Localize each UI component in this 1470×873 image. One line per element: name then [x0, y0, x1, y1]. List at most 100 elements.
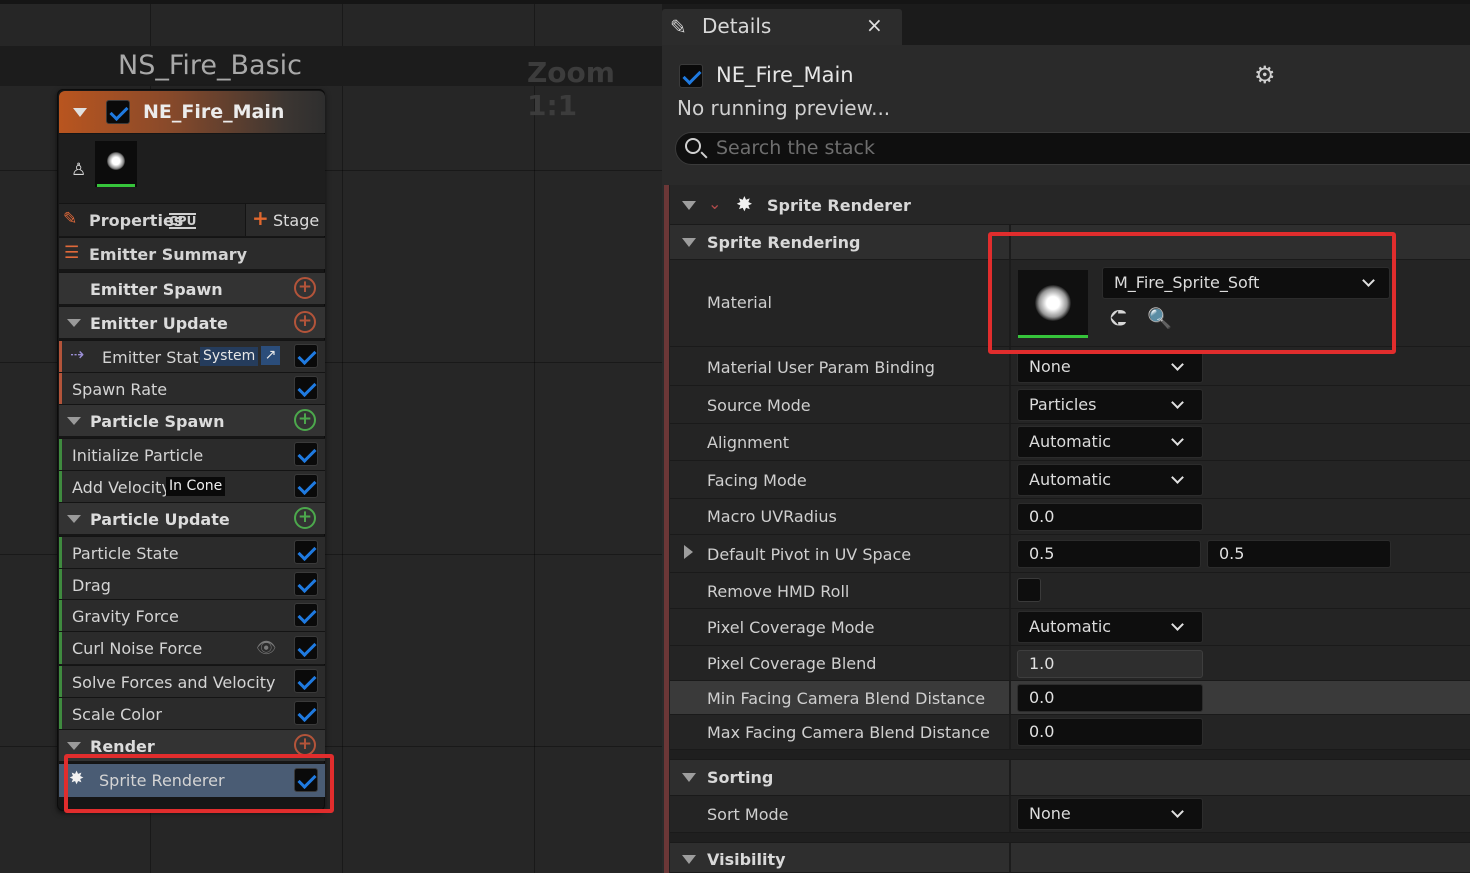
property-row-source-mode[interactable]: Source Mode Particles: [670, 386, 1470, 424]
add-module-icon[interactable]: +: [294, 311, 316, 333]
material-user-param-dropdown[interactable]: None: [1017, 351, 1203, 383]
graph-topbar: [0, 0, 662, 4]
section-visibility[interactable]: Visibility: [670, 843, 1470, 873]
node-row-particle-state[interactable]: Particle State: [59, 536, 325, 568]
module-header-sprite-renderer[interactable]: ⌄ ✸ Sprite Renderer: [670, 185, 1470, 225]
property-row-max-facing-blend[interactable]: Max Facing Camera Blend Distance 0.0: [670, 715, 1470, 750]
facing-mode-dropdown[interactable]: Automatic: [1017, 464, 1203, 496]
details-tab-title: Details: [702, 14, 772, 38]
collapse-arrow-icon[interactable]: [73, 108, 87, 117]
node-row-gravity-force[interactable]: Gravity Force: [59, 599, 325, 631]
node-row-spawn-rate[interactable]: Spawn Rate: [59, 372, 325, 404]
edit-icon: ✎: [670, 15, 687, 39]
module-color-bar: [59, 600, 62, 631]
add-module-icon[interactable]: +: [294, 507, 316, 529]
property-row-min-facing-blend[interactable]: Min Facing Camera Blend Distance 0.0: [670, 681, 1470, 715]
module-enabled-checkbox[interactable]: [294, 636, 318, 660]
property-row-macro-uvradius[interactable]: Macro UVRadius 0.0: [670, 499, 1470, 535]
properties-row[interactable]: ✎ Properties CPU + Stage: [59, 203, 325, 236]
node-row-add-velocity[interactable]: Add Velocity In Cone: [59, 470, 325, 502]
pixel-coverage-blend-slider[interactable]: 1.0: [1017, 650, 1203, 678]
node-row-initialize-particle[interactable]: Initialize Particle: [59, 438, 325, 470]
section-spacer: [670, 833, 1470, 843]
collapse-arrow-icon[interactable]: [682, 238, 696, 247]
stack-search-input[interactable]: Search the stack: [675, 132, 1470, 165]
node-row-emitter-summary[interactable]: ☰ Emitter Summary: [59, 237, 325, 269]
gear-icon[interactable]: ⚙: [1254, 61, 1276, 89]
node-row-emitter-spawn[interactable]: Emitter Spawn +: [59, 272, 325, 304]
chevron-down-icon: [1171, 471, 1184, 484]
node-row-drag[interactable]: Drag: [59, 568, 325, 600]
collapse-arrow-icon[interactable]: [682, 201, 696, 210]
alignment-dropdown[interactable]: Automatic: [1017, 426, 1203, 458]
module-color-bar: [59, 666, 62, 697]
module-enabled-checkbox[interactable]: [294, 376, 318, 400]
module-title: Sprite Renderer: [767, 196, 911, 215]
column-divider: [1009, 646, 1011, 680]
property-row-pixel-coverage-mode[interactable]: Pixel Coverage Mode Automatic: [670, 609, 1470, 646]
add-module-icon[interactable]: +: [294, 277, 316, 299]
node-row-solve-forces[interactable]: Solve Forces and Velocity: [59, 665, 325, 697]
module-enabled-checkbox[interactable]: [294, 603, 318, 627]
sort-mode-dropdown[interactable]: None: [1017, 798, 1203, 830]
details-tab[interactable]: ✎ Details ×: [662, 9, 902, 45]
module-color-bar: [59, 569, 62, 600]
property-row-facing-mode[interactable]: Facing Mode Automatic: [670, 461, 1470, 499]
add-stage-button[interactable]: + Stage: [245, 204, 325, 236]
emitter-node[interactable]: NE_Fire_Main ♙ ✎ Properties CPU + Stage …: [57, 89, 325, 811]
remove-hmd-roll-checkbox[interactable]: [1017, 578, 1041, 602]
module-enabled-checkbox[interactable]: [294, 572, 318, 596]
collapse-arrow-icon[interactable]: [67, 319, 81, 327]
property-row-default-pivot[interactable]: Default Pivot in UV Space 0.5 0.5: [670, 535, 1470, 573]
chevron-down-icon: [1171, 805, 1184, 818]
module-enabled-checkbox[interactable]: [294, 344, 318, 368]
property-row-pixel-coverage-blend[interactable]: Pixel Coverage Blend 1.0: [670, 646, 1470, 681]
eye-icon[interactable]: 👁: [256, 638, 276, 657]
min-facing-blend-field[interactable]: 0.0: [1017, 684, 1203, 712]
collapse-arrow-icon[interactable]: [67, 515, 81, 523]
module-enabled-checkbox[interactable]: [294, 701, 318, 725]
source-mode-dropdown[interactable]: Particles: [1017, 389, 1203, 421]
node-row-particle-spawn[interactable]: Particle Spawn +: [59, 404, 325, 436]
pixel-coverage-mode-dropdown[interactable]: Automatic: [1017, 611, 1203, 643]
collapse-arrow-icon[interactable]: [682, 855, 696, 864]
max-facing-blend-field[interactable]: 0.0: [1017, 718, 1203, 746]
chevron-down-icon: [1171, 358, 1184, 371]
collapse-arrow-icon[interactable]: [67, 417, 81, 425]
node-row-scale-color[interactable]: Scale Color: [59, 697, 325, 729]
node-row-emitter-state[interactable]: ⇢ Emitter State System ↗: [59, 340, 325, 372]
module-enabled-checkbox[interactable]: [294, 540, 318, 564]
emitter-enabled-checkbox[interactable]: [679, 64, 703, 88]
emitter-enabled-checkbox[interactable]: [106, 100, 130, 124]
pivot-x-field[interactable]: 0.5: [1017, 540, 1201, 568]
section-title: Sorting: [707, 768, 774, 787]
expand-arrow-icon[interactable]: [684, 545, 693, 559]
row-label: Emitter Spawn: [90, 280, 223, 299]
section-sorting[interactable]: Sorting: [670, 760, 1470, 796]
collapse-arrow-icon[interactable]: [682, 773, 696, 782]
module-enabled-checkbox[interactable]: [294, 442, 318, 466]
pivot-y-field[interactable]: 0.5: [1207, 540, 1391, 568]
emitter-node-header[interactable]: NE_Fire_Main: [59, 91, 325, 133]
emitter-thumbnail[interactable]: [95, 141, 137, 187]
add-module-icon[interactable]: +: [294, 409, 316, 431]
system-graph[interactable]: NS_Fire_Basic Zoom 1:1 NE_Fire_Main ♙ ✎ …: [0, 0, 662, 873]
node-row-curl-noise-force[interactable]: Curl Noise Force 👁: [59, 631, 325, 664]
highlight-box-material: [988, 232, 1396, 354]
property-row-sort-mode[interactable]: Sort Mode None: [670, 796, 1470, 833]
macro-uvradius-field[interactable]: 0.0: [1017, 503, 1203, 531]
property-row-alignment[interactable]: Alignment Automatic: [670, 424, 1470, 461]
property-row-remove-hmd-roll[interactable]: Remove HMD Roll: [670, 573, 1470, 609]
node-row-emitter-update[interactable]: Emitter Update +: [59, 306, 325, 338]
close-icon[interactable]: ×: [866, 13, 883, 37]
row-label: Emitter Update: [90, 314, 228, 333]
field-value: 0.0: [1029, 722, 1055, 741]
add-renderer-icon[interactable]: +: [294, 734, 316, 756]
zoom-label: Zoom 1:1: [527, 56, 615, 122]
chart-icon[interactable]: ↗: [261, 346, 280, 365]
preview-status: No running preview...: [677, 96, 891, 120]
module-enabled-checkbox[interactable]: [294, 669, 318, 693]
module-enabled-checkbox[interactable]: [294, 474, 318, 498]
node-row-particle-update[interactable]: Particle Update +: [59, 502, 325, 534]
collapse-arrow-icon[interactable]: [67, 742, 81, 750]
